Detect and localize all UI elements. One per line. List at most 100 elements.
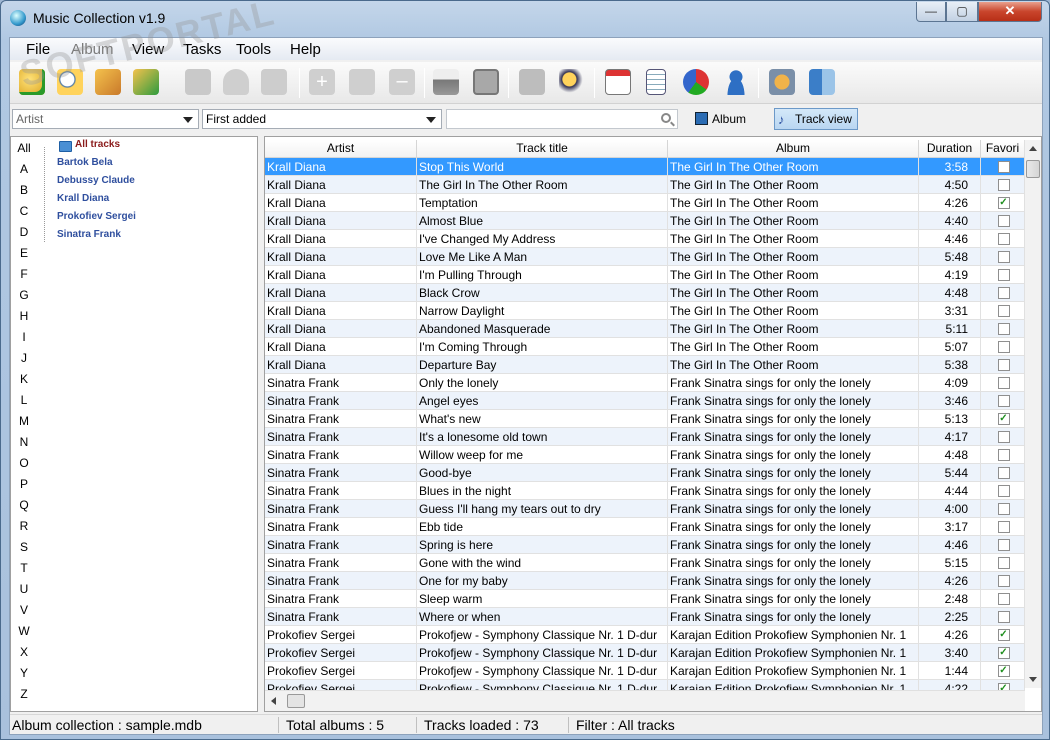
table-row[interactable]: Krall Diana Stop This World The Girl In Th… — [265, 158, 1025, 176]
alpha-index-letter[interactable]: Y — [11, 666, 37, 680]
table-row[interactable]: Krall Diana Love Me Like A Man The Girl In… — [265, 248, 1025, 266]
menu-help[interactable]: Help — [290, 41, 321, 58]
alpha-index-letter[interactable]: N — [11, 435, 37, 449]
alpha-index-letter[interactable]: E — [11, 246, 37, 260]
table-row[interactable]: Sinatra Frank Only the lonely Frank Sinatr… — [265, 374, 1025, 392]
favorite-checkbox[interactable] — [997, 250, 1010, 263]
alpha-index-letter[interactable]: H — [11, 309, 37, 323]
document-icon[interactable] — [640, 65, 672, 99]
menu-tools[interactable]: Tools — [236, 41, 271, 58]
favorite-checkbox[interactable]: ✓ — [997, 646, 1010, 659]
alpha-index-letter[interactable]: M — [11, 414, 37, 428]
table-row[interactable]: Sinatra Frank It's a lonesome old town Fra… — [265, 428, 1025, 446]
favorite-checkbox[interactable] — [997, 466, 1010, 479]
tree-node-artist[interactable]: Krall Diana — [57, 193, 109, 204]
favorite-checkbox[interactable]: ✓ — [997, 412, 1010, 425]
alpha-index-letter[interactable]: J — [11, 351, 37, 365]
edit-icon[interactable] — [516, 65, 548, 99]
table-row[interactable]: Prokofiev Sergei Prokofjew - Symphony Cla… — [265, 626, 1025, 644]
column-header-favorite[interactable]: Favori — [981, 140, 1025, 158]
album-icon[interactable] — [92, 65, 124, 99]
album-edit-icon[interactable] — [130, 65, 162, 99]
table-row[interactable]: Sinatra Frank Spring is here Frank Sinatra… — [265, 536, 1025, 554]
maximize-button[interactable]: ▢ — [946, 2, 978, 22]
favorite-checkbox[interactable] — [997, 574, 1010, 587]
scroll-up-icon[interactable] — [1029, 146, 1037, 151]
tree-node-artist[interactable]: Debussy Claude — [57, 175, 135, 186]
title-bar[interactable]: Music Collection v1.9 — ▢ ✕ — [1, 1, 1049, 37]
tree-node-artist[interactable]: Bartok Bela — [57, 157, 113, 168]
table-row[interactable]: Prokofiev Sergei Prokofjew - Symphony Cla… — [265, 662, 1025, 680]
table-row[interactable]: Sinatra Frank Guess I'll hang my tears ou… — [265, 500, 1025, 518]
menu-tasks[interactable]: Tasks — [183, 41, 221, 58]
alpha-index-letter[interactable]: W — [11, 624, 37, 638]
favorite-checkbox[interactable] — [997, 322, 1010, 335]
favorite-checkbox[interactable] — [997, 340, 1010, 353]
alpha-index-letter[interactable]: X — [11, 645, 37, 659]
table-row[interactable]: Krall Diana Narrow Daylight The Girl In Th… — [265, 302, 1025, 320]
table-row[interactable]: Prokofiev Sergei Prokofjew - Symphony Cla… — [265, 644, 1025, 662]
favorite-checkbox[interactable] — [997, 610, 1010, 623]
search-album-icon[interactable] — [54, 65, 86, 99]
favorite-checkbox[interactable] — [997, 592, 1010, 605]
album-view-button[interactable]: Album view — [692, 108, 772, 148]
report-icon[interactable] — [470, 65, 502, 99]
table-row[interactable]: Sinatra Frank Sleep warm Frank Sinatra sin… — [265, 590, 1025, 608]
add-album-icon[interactable] — [16, 65, 48, 99]
table-row[interactable]: Sinatra Frank Good-bye Frank Sinatra sings… — [265, 464, 1025, 482]
alpha-index-letter[interactable]: L — [11, 393, 37, 407]
table-row[interactable]: Prokofiev Sergei Prokofjew - Symphony Cla… — [265, 680, 1025, 690]
favorite-checkbox[interactable] — [997, 214, 1010, 227]
search-icon[interactable] — [661, 113, 671, 123]
favorite-checkbox[interactable] — [997, 358, 1010, 371]
favorite-checkbox[interactable] — [997, 376, 1010, 389]
favorite-checkbox[interactable] — [997, 232, 1010, 245]
table-row[interactable]: Sinatra Frank Where or when Frank Sinatra … — [265, 608, 1025, 626]
track-view-button[interactable]: ♪ Track view — [774, 108, 858, 130]
alpha-index-letter[interactable]: D — [11, 225, 37, 239]
table-row[interactable]: Krall Diana Almost Blue The Girl In The Ot… — [265, 212, 1025, 230]
table-row[interactable]: Sinatra Frank Blues in the night Frank Sin… — [265, 482, 1025, 500]
favorite-checkbox[interactable] — [997, 484, 1010, 497]
table-row[interactable]: Krall Diana Temptation The Girl In The Oth… — [265, 194, 1025, 212]
favorite-checkbox[interactable] — [997, 430, 1010, 443]
favorite-checkbox[interactable] — [997, 286, 1010, 299]
table-row[interactable]: Krall Diana The Girl In The Other Room The… — [265, 176, 1025, 194]
table-row[interactable]: Sinatra Frank Angel eyes Frank Sinatra sin… — [265, 392, 1025, 410]
alpha-index-letter[interactable]: Q — [11, 498, 37, 512]
alpha-index-letter[interactable]: Z — [11, 687, 37, 701]
favorite-checkbox[interactable]: ✓ — [997, 628, 1010, 641]
calendar-icon[interactable] — [602, 65, 634, 99]
column-header-artist[interactable]: Artist — [265, 140, 417, 158]
scroll-thumb[interactable] — [287, 694, 305, 708]
alpha-index-letter[interactable]: R — [11, 519, 37, 533]
column-header-duration[interactable]: Duration — [919, 140, 981, 158]
alpha-index-letter[interactable]: V — [11, 603, 37, 617]
search-track-icon[interactable] — [556, 65, 588, 99]
alpha-index-letter[interactable]: U — [11, 582, 37, 596]
favorite-checkbox[interactable] — [997, 304, 1010, 317]
favorite-checkbox[interactable] — [997, 538, 1010, 551]
table-row[interactable]: Krall Diana I'm Coming Through The Girl In… — [265, 338, 1025, 356]
alpha-index-letter[interactable]: C — [11, 204, 37, 218]
tree-node-artist[interactable]: Prokofiev Sergei — [57, 211, 136, 222]
table-row[interactable]: Sinatra Frank One for my baby Frank Sinatr… — [265, 572, 1025, 590]
favorite-checkbox[interactable] — [997, 394, 1010, 407]
favorite-checkbox[interactable]: ✓ — [997, 664, 1010, 677]
tree-node-all-tracks[interactable]: All tracks — [75, 139, 120, 150]
menu-file[interactable]: File — [26, 41, 50, 58]
scroll-left-icon[interactable] — [271, 697, 276, 705]
table-row[interactable]: Sinatra Frank Gone with the wind Frank Sin… — [265, 554, 1025, 572]
sort-by-select[interactable]: First added — [202, 109, 442, 129]
favorite-checkbox[interactable] — [997, 178, 1010, 191]
print-icon[interactable] — [430, 65, 462, 99]
alpha-index-letter[interactable]: P — [11, 477, 37, 491]
column-header-album[interactable]: Album — [668, 140, 919, 158]
alpha-index-letter[interactable]: A — [11, 162, 37, 176]
alpha-index-letter[interactable]: S — [11, 540, 37, 554]
alpha-index-letter[interactable]: F — [11, 267, 37, 281]
horizontal-scrollbar[interactable] — [265, 690, 1025, 711]
favorite-checkbox[interactable]: ✓ — [997, 682, 1010, 690]
table-row[interactable]: Sinatra Frank Ebb tide Frank Sinatra sings… — [265, 518, 1025, 536]
table-row[interactable]: Krall Diana I'm Pulling Through The Girl I… — [265, 266, 1025, 284]
